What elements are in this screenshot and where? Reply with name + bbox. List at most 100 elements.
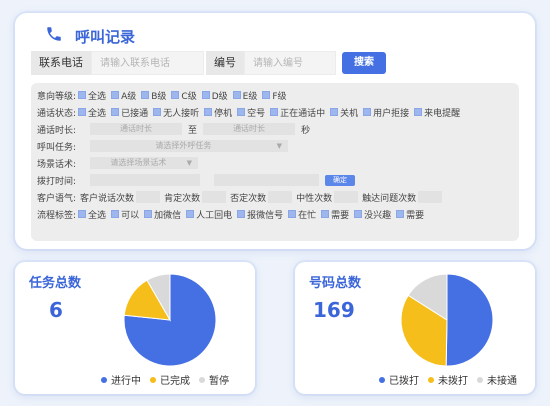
phone-input[interactable]: 请输入联系电话 — [91, 51, 204, 75]
checkbox-box[interactable] — [354, 210, 363, 218]
task-total-value: 6 — [49, 298, 63, 322]
id-input[interactable]: 请输入编号 — [244, 51, 336, 75]
phone-label: 联系电话 — [31, 51, 91, 75]
checkbox-call_status-3[interactable]: 停机 — [204, 106, 232, 119]
checkbox-call_status-7[interactable]: 用户拒接 — [363, 106, 409, 119]
task-legend-item: 进行中 — [101, 372, 141, 387]
checkbox-box[interactable] — [270, 108, 279, 116]
duration-max-input[interactable]: 通话时长 — [203, 123, 296, 135]
checkbox-label: 没兴趣 — [364, 210, 392, 221]
checkbox-box[interactable] — [153, 108, 162, 116]
legend-label: 已拨打 — [389, 376, 419, 387]
checkbox-call_status-8[interactable]: 来电提醒 — [414, 106, 460, 119]
checkbox-box[interactable] — [78, 210, 87, 218]
checkbox-call_status-5[interactable]: 正在通话中 — [270, 106, 325, 119]
task-legend: 进行中 已完成 暂停 — [101, 372, 238, 387]
checkbox-flow_tags-8[interactable]: 需要 — [396, 208, 424, 221]
checkbox-call_status-4[interactable]: 空号 — [237, 106, 265, 119]
checkbox-box[interactable] — [237, 210, 246, 218]
search-button[interactable]: 搜索 — [342, 52, 386, 74]
checkbox-intent-2[interactable]: B级 — [141, 89, 166, 102]
number-total-card: 号码总数 169 已拨打 未拨打 未接通 — [295, 262, 535, 394]
checkbox-call_status-1[interactable]: 已接通 — [111, 106, 148, 119]
speech-count-input[interactable] — [418, 191, 443, 203]
checkbox-intent-3[interactable]: C级 — [171, 89, 197, 102]
checkbox-flow_tags-4[interactable]: 报微信号 — [237, 208, 283, 221]
checkbox-box[interactable] — [201, 91, 210, 99]
checkbox-label: 需要 — [406, 210, 425, 221]
legend-label: 已完成 — [160, 376, 190, 387]
number-legend-item: 未接通 — [477, 372, 517, 387]
checkbox-box[interactable] — [288, 210, 297, 218]
checkbox-box[interactable] — [78, 108, 87, 116]
duration-min-input[interactable]: 通话时长 — [90, 123, 183, 135]
checkbox-flow_tags-1[interactable]: 可以 — [111, 208, 139, 221]
duration-filter-row: 通话时长: 通话时长 至 通话时长 秒 — [37, 122, 310, 136]
task-label: 呼叫任务: — [37, 142, 77, 153]
checkbox-label: 无人接听 — [163, 108, 200, 119]
legend-label: 未接通 — [487, 376, 517, 387]
number-legend-item: 未拨打 — [428, 372, 468, 387]
checkbox-box[interactable] — [186, 210, 195, 218]
checkbox-box[interactable] — [171, 91, 180, 99]
checkbox-label: 空号 — [247, 108, 266, 119]
checkbox-call_status-6[interactable]: 关机 — [330, 106, 358, 119]
checkbox-box[interactable] — [237, 108, 246, 116]
task-select[interactable]: 请选择外呼任务 ▼ — [90, 140, 289, 152]
script-select-text: 请选择场景话术 — [110, 158, 167, 167]
checkbox-box[interactable] — [204, 108, 213, 116]
checkbox-intent-0[interactable]: 全选 — [78, 89, 106, 102]
checkbox-call_status-0[interactable]: 全选 — [78, 106, 106, 119]
speech-field-label: 触达问题次数 — [362, 193, 417, 204]
checkbox-label: F级 — [272, 91, 287, 102]
legend-dot — [150, 376, 156, 383]
legend-label: 暂停 — [209, 376, 229, 387]
checkbox-box[interactable] — [414, 108, 423, 116]
checkbox-call_status-2[interactable]: 无人接听 — [153, 106, 199, 119]
checkbox-box[interactable] — [363, 108, 372, 116]
checkbox-intent-4[interactable]: D级 — [201, 89, 228, 102]
checkbox-label: 已接通 — [121, 108, 149, 119]
checkbox-flow_tags-5[interactable]: 在忙 — [288, 208, 316, 221]
call-status-filter-row: 通话状态: 全选 已接通 无人接听 停机 空号 正在通话中 关机 用户拒接 来电提醒 — [37, 105, 465, 119]
checkbox-label: 来电提醒 — [424, 108, 461, 119]
checkbox-box[interactable] — [111, 91, 120, 99]
checkbox-flow_tags-2[interactable]: 加微信 — [144, 208, 181, 221]
checkbox-box[interactable] — [232, 91, 241, 99]
search-bar: 联系电话 请输入联系电话 编号 请输入编号 搜索 — [31, 51, 386, 75]
checkbox-box[interactable] — [111, 108, 120, 116]
checkbox-intent-5[interactable]: E级 — [232, 89, 258, 102]
chevron-down-icon: ▼ — [276, 142, 283, 150]
checkbox-box[interactable] — [141, 91, 150, 99]
checkbox-box[interactable] — [330, 108, 339, 116]
speech-count-input[interactable] — [202, 191, 227, 203]
dial-time-end-input[interactable] — [214, 174, 320, 186]
dial-time-start-input[interactable] — [90, 174, 201, 186]
checkbox-box[interactable] — [396, 210, 405, 218]
dial-time-confirm-button[interactable]: 确定 — [325, 174, 356, 186]
speech-count-input[interactable] — [136, 191, 161, 203]
checkbox-flow_tags-3[interactable]: 人工回电 — [186, 208, 232, 221]
checkbox-label: 停机 — [214, 108, 233, 119]
checkbox-label: 关机 — [340, 108, 359, 119]
checkbox-box[interactable] — [144, 210, 153, 218]
checkbox-box[interactable] — [78, 91, 87, 99]
checkbox-box[interactable] — [321, 210, 330, 218]
checkbox-label: 加微信 — [154, 210, 182, 221]
checkbox-flow_tags-6[interactable]: 需要 — [321, 208, 349, 221]
checkbox-intent-1[interactable]: A级 — [111, 89, 136, 102]
speech-count-input[interactable] — [268, 191, 293, 203]
checkbox-flow_tags-7[interactable]: 没兴趣 — [354, 208, 391, 221]
script-select[interactable]: 请选择场景话术 ▼ — [90, 157, 199, 169]
task-total-card: 任务总数 6 进行中 已完成 暂停 — [15, 262, 255, 394]
checkbox-box[interactable] — [111, 210, 120, 218]
speech-field-label: 客户说话次数 — [80, 193, 135, 204]
speech-count-input[interactable] — [334, 191, 359, 203]
checkbox-box[interactable] — [262, 91, 271, 99]
checkbox-flow_tags-0[interactable]: 全选 — [78, 208, 106, 221]
speech-field-label: 中性次数 — [296, 193, 333, 204]
checkbox-label: E级 — [242, 91, 258, 102]
checkbox-intent-6[interactable]: F级 — [262, 89, 287, 102]
card-header: 呼叫记录 — [45, 23, 135, 49]
duration-label: 通话时长: — [37, 125, 77, 136]
